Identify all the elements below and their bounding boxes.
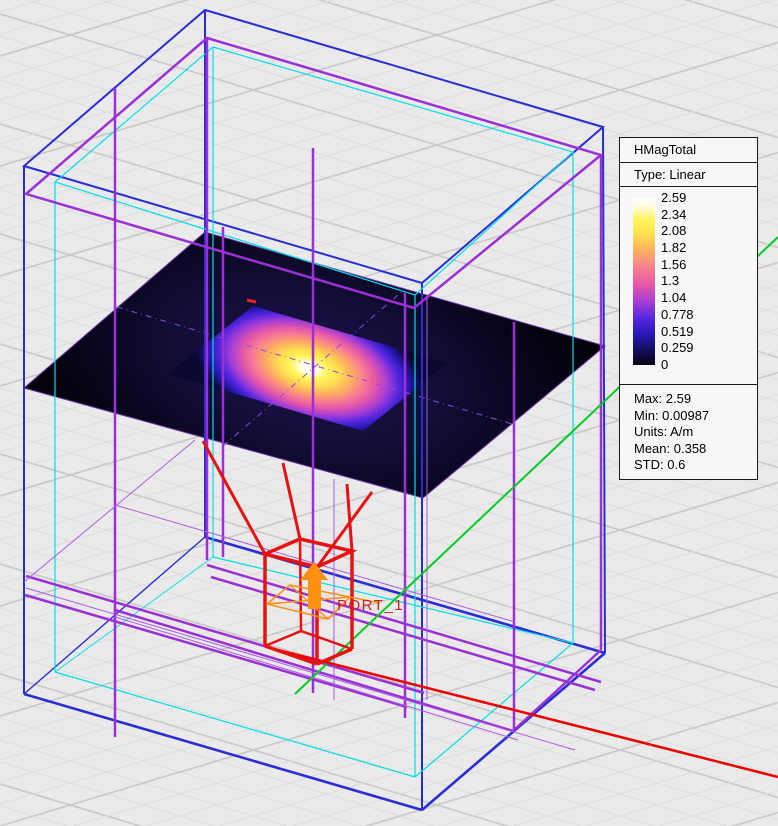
field-max-marker <box>247 300 256 302</box>
field-legend[interactable]: HMagTotal Type: Linear 2.59 2.34 2.08 1.… <box>619 137 758 480</box>
colorbar-gradient <box>633 198 655 365</box>
stat-max: Max: 2.59 <box>634 391 753 408</box>
legend-stats: Max: 2.59 Min: 0.00987 Units: A/m Mean: … <box>620 385 757 479</box>
scale-label: 0 <box>661 357 694 373</box>
scale-label: 2.34 <box>661 207 694 223</box>
colorbar-labels: 2.59 2.34 2.08 1.82 1.56 1.3 1.04 0.778 … <box>661 190 694 373</box>
scale-label: 0.778 <box>661 307 694 323</box>
scale-label: 1.04 <box>661 290 694 306</box>
field-overlay-plane <box>24 232 605 498</box>
scale-label: 0.519 <box>661 324 694 340</box>
scale-label: 1.56 <box>661 257 694 273</box>
scale-label: 0.259 <box>661 340 694 356</box>
stat-units: Units: A/m <box>634 424 753 441</box>
scale-label: 1.82 <box>661 240 694 256</box>
viewport-3d[interactable]: PORT_1 HMagTotal Type: Linear 2.59 2.34 … <box>0 0 778 826</box>
scale-label: 1.3 <box>661 273 694 289</box>
port-arrow-icon <box>300 562 328 609</box>
stat-mean: Mean: 0.358 <box>634 441 753 458</box>
legend-scale-type: Type: Linear <box>620 163 757 187</box>
scale-label: 2.59 <box>661 190 694 206</box>
stat-min: Min: 0.00987 <box>634 408 753 425</box>
legend-title: HMagTotal <box>620 138 757 163</box>
stat-std: STD: 0.6 <box>634 457 753 474</box>
port-label: PORT_1 <box>337 597 404 614</box>
scale-label: 2.08 <box>661 223 694 239</box>
legend-color-scale: 2.59 2.34 2.08 1.82 1.56 1.3 1.04 0.778 … <box>620 187 757 385</box>
